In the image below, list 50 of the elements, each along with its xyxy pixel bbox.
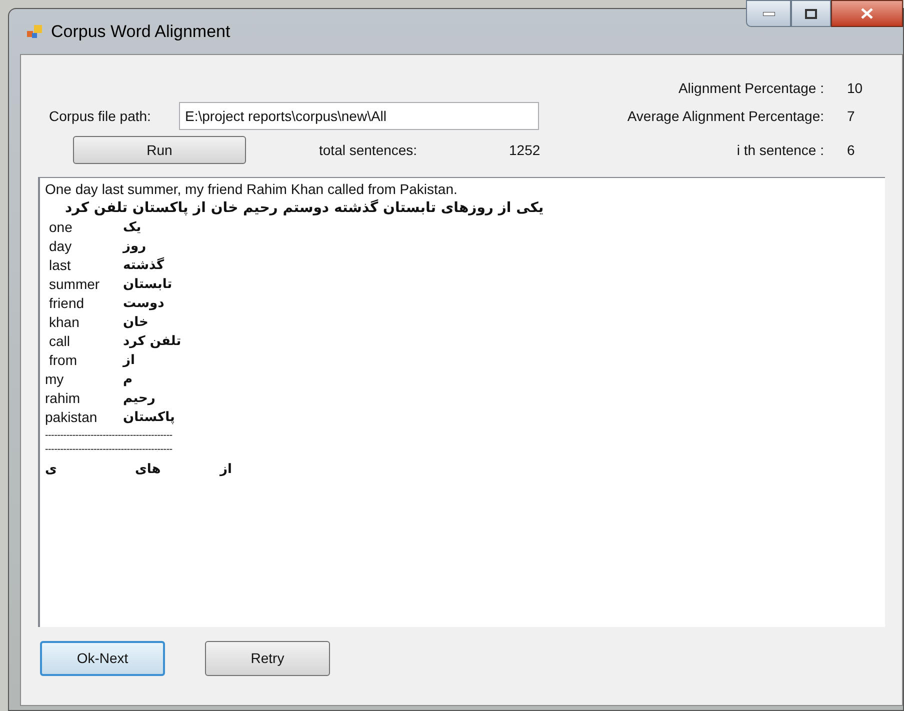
sentence-text: One day last summer, my friend Rahim Khan called from Pakistan. bbox=[45, 180, 458, 199]
stat-label: i th sentence : bbox=[736, 140, 824, 160]
english-word: friend bbox=[48, 294, 86, 313]
translation-text: یکی از روزهای تابستان گذشته دوستم رحیم خان از پاکستان تلفن کرد bbox=[65, 199, 544, 218]
english-word: my bbox=[45, 370, 65, 389]
english-word: summer bbox=[48, 275, 101, 294]
field-label: Corpus file path: bbox=[48, 106, 152, 126]
retry-button[interactable]: Retry bbox=[205, 641, 330, 676]
english-word: day bbox=[48, 237, 73, 256]
separator-line: ------------------------------------------ bbox=[45, 445, 172, 455]
persian-word: از bbox=[123, 352, 135, 370]
english-word: pakistan bbox=[45, 408, 98, 427]
persian-word: های bbox=[135, 462, 161, 477]
english-word: rahim bbox=[45, 389, 82, 408]
close-icon bbox=[861, 8, 873, 19]
path-field[interactable]: E:\project reports\corpus\new\All bbox=[179, 102, 539, 130]
persian-word: ی bbox=[45, 462, 57, 477]
persian-word: پاکستان bbox=[123, 409, 175, 427]
persian-word: خان bbox=[123, 314, 148, 332]
persian-word: گذشته bbox=[123, 256, 164, 275]
ok-next-button[interactable]: Ok-Next bbox=[40, 641, 165, 676]
app-icon bbox=[27, 24, 43, 38]
maximize-icon bbox=[805, 8, 817, 18]
stat-value: 7 bbox=[846, 106, 855, 126]
minimize-button[interactable] bbox=[746, 0, 791, 27]
stat-label: Average Alignment Percentage: bbox=[626, 106, 824, 126]
english-word: last bbox=[48, 256, 72, 275]
persian-word: رحیم bbox=[123, 390, 156, 408]
persian-word: روز bbox=[123, 238, 146, 256]
stat-label: Alignment Percentage : bbox=[677, 78, 824, 98]
persian-word: از bbox=[220, 462, 232, 477]
run-button[interactable]: Run bbox=[73, 136, 246, 164]
window-title: Corpus Word Alignment bbox=[51, 20, 230, 43]
persian-word: م bbox=[123, 371, 133, 389]
total-sentences-label: total sentences: bbox=[319, 140, 418, 160]
persian-word: تابستان bbox=[123, 276, 172, 294]
persian-word: یک bbox=[123, 219, 142, 237]
english-word: one bbox=[48, 218, 74, 237]
english-word: from bbox=[48, 351, 78, 370]
stat-value: 6 bbox=[846, 140, 855, 160]
stat-value: 10 bbox=[846, 78, 863, 98]
minimize-icon bbox=[762, 12, 774, 16]
close-button[interactable] bbox=[831, 0, 903, 27]
english-word: call bbox=[48, 332, 72, 351]
total-sentences-value: 1252 bbox=[509, 140, 542, 160]
maximize-button[interactable] bbox=[791, 0, 831, 27]
persian-word: تلفن کرد bbox=[123, 333, 182, 351]
separator-line: ------------------------------------------ bbox=[45, 431, 172, 441]
english-word: khan bbox=[48, 313, 80, 332]
persian-word: دوست bbox=[123, 295, 164, 313]
